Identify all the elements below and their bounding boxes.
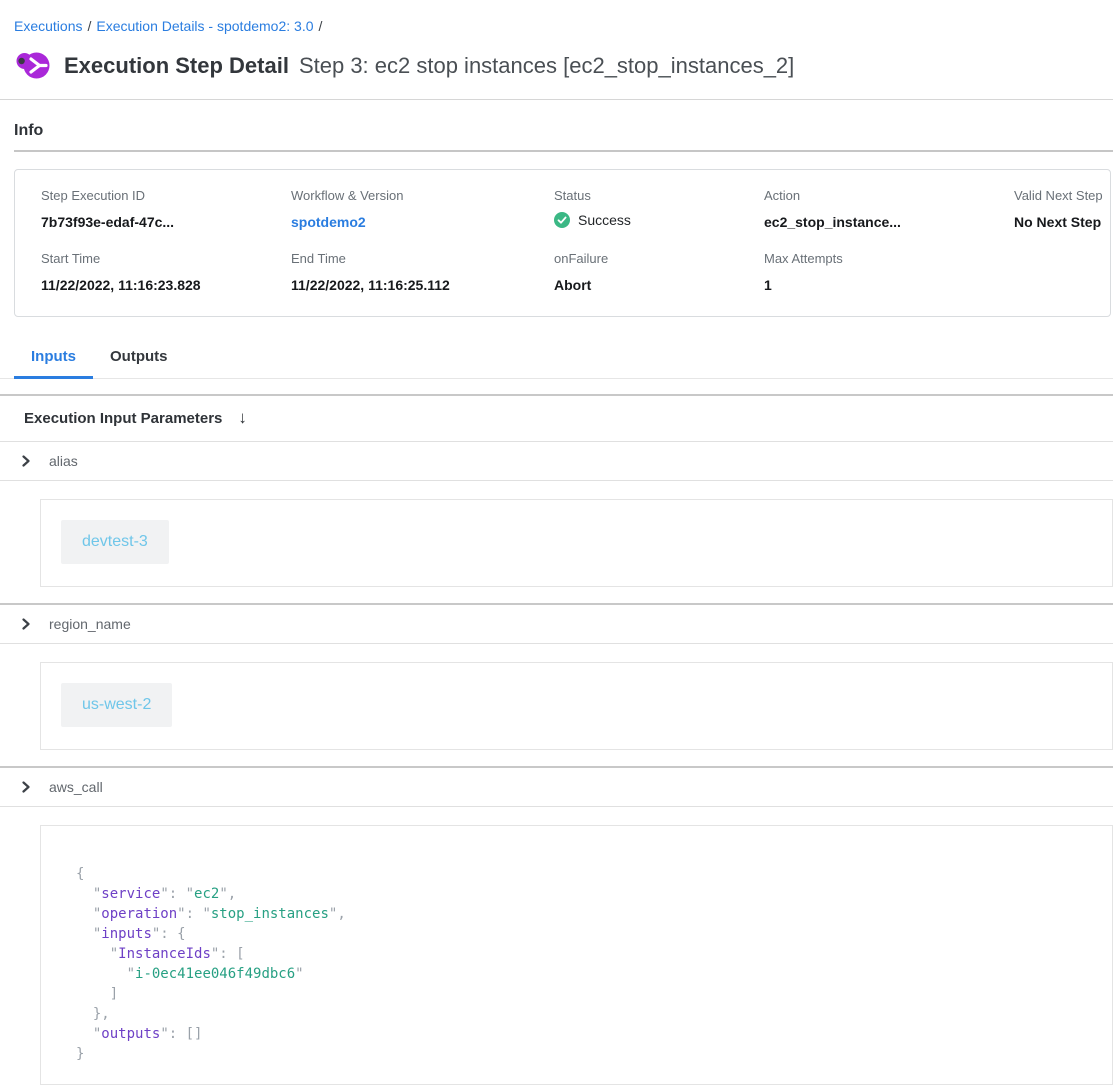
arrow-down-icon[interactable]: ↓ [238, 408, 247, 428]
field-onfailure: onFailure Abort [554, 251, 764, 294]
page-header: Execution Step Detail Step 3: ec2 stop i… [0, 36, 1113, 100]
field-status: Status Success [554, 188, 764, 231]
breadcrumb: Executions / Execution Details - spotdemo2… [0, 0, 1113, 36]
empty-cell [1014, 251, 1110, 294]
divider [0, 643, 1113, 644]
field-max-attempts: Max Attempts 1 [764, 251, 1014, 294]
field-step-execution-id: Step Execution ID 7b73f93e-edaf-47c... [41, 188, 291, 231]
section-toggle-aws-call[interactable]: aws_call [0, 768, 1113, 806]
section-name: alias [49, 453, 78, 469]
section-toggle-region-name[interactable]: region_name [0, 605, 1113, 643]
check-circle-icon [554, 212, 570, 228]
divider [0, 480, 1113, 481]
chevron-right-icon [20, 455, 32, 467]
info-divider [14, 150, 1113, 152]
workflow-link[interactable]: spotdemo2 [291, 213, 554, 231]
params-title: Execution Input Parameters [24, 410, 222, 427]
breadcrumb-link-executions[interactable]: Executions [14, 18, 82, 34]
info-heading: Info [14, 122, 1099, 140]
alias-value-panel: devtest-3 [40, 499, 1113, 587]
aws-call-code-panel: { "service": "ec2", "operation": "stop_i… [40, 825, 1113, 1085]
region-name-value-panel: us-west-2 [40, 662, 1113, 750]
region-name-value-chip: us-west-2 [61, 683, 172, 727]
page-subtitle: Step 3: ec2 stop instances [ec2_stop_ins… [299, 53, 794, 79]
section-name: aws_call [49, 779, 103, 795]
section-toggle-alias[interactable]: alias [0, 442, 1113, 480]
aws-call-json: { "service": "ec2", "operation": "stop_i… [76, 864, 1112, 1064]
divider [0, 806, 1113, 807]
field-end-time: End Time 11/22/2022, 11:16:25.112 [291, 251, 554, 294]
tab-outputs[interactable]: Outputs [93, 337, 185, 378]
field-workflow-version: Workflow & Version spotdemo2 [291, 188, 554, 231]
workflow-logo-icon [14, 48, 51, 83]
breadcrumb-link-execution-details[interactable]: Execution Details - spotdemo2: 3.0 [96, 18, 313, 34]
tab-inputs[interactable]: Inputs [14, 337, 93, 378]
chevron-right-icon [20, 781, 32, 793]
section-name: region_name [49, 616, 131, 632]
breadcrumb-separator: / [319, 18, 323, 34]
field-start-time: Start Time 11/22/2022, 11:16:23.828 [41, 251, 291, 294]
execution-input-parameters-header: Execution Input Parameters ↓ [0, 396, 1113, 441]
tab-bar: Inputs Outputs [0, 337, 1113, 379]
page-title: Execution Step Detail [64, 53, 289, 79]
breadcrumb-separator: / [87, 18, 91, 34]
alias-value-chip: devtest-3 [61, 520, 169, 564]
status-badge: Success [578, 212, 631, 228]
field-action: Action ec2_stop_instance... [764, 188, 1014, 231]
chevron-right-icon [20, 618, 32, 630]
info-card: Step Execution ID 7b73f93e-edaf-47c... W… [14, 169, 1111, 317]
field-valid-next-step: Valid Next Step No Next Step [1014, 188, 1110, 231]
